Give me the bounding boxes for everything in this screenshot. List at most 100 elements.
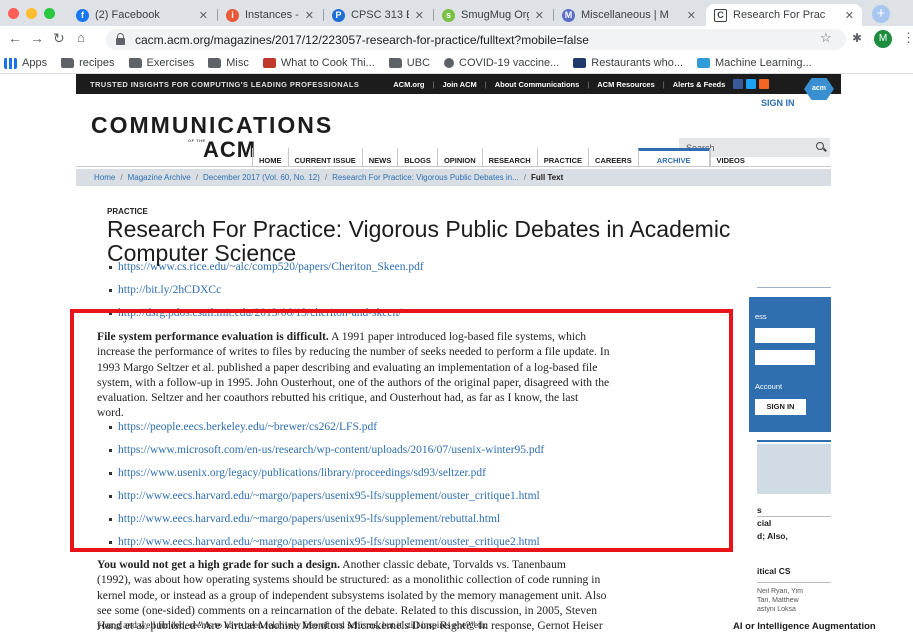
close-tab-icon[interactable]: ✕ xyxy=(199,9,208,22)
link-join-acm[interactable]: Join ACM xyxy=(442,80,476,89)
article-overlay-line: young and well funded, seems to have bee… xyxy=(97,621,488,631)
address-bar[interactable]: cacm.acm.org/magazines/2017/12/223057-re… xyxy=(106,29,846,50)
sidebar-authors: astyni Loksa xyxy=(757,606,796,613)
bookmark-what-to-cook[interactable]: What to Cook Thi... xyxy=(262,57,375,69)
breadcrumb-issue[interactable]: December 2017 (Vol. 60, No. 12) xyxy=(203,173,320,182)
close-window-button[interactable] xyxy=(8,8,19,19)
bookmark-misc[interactable]: Misc xyxy=(208,57,249,69)
nav-opinion[interactable]: OPINION xyxy=(436,148,482,167)
cacm-favicon-icon: C xyxy=(714,8,727,22)
close-tab-icon[interactable]: ✕ xyxy=(305,9,314,22)
site-favicon-icon xyxy=(573,58,587,68)
tab-smugmug[interactable]: s SmugMug Organiz ✕ xyxy=(434,4,552,26)
article-title: Research For Practice: Vigorous Public D… xyxy=(107,216,731,266)
profile-avatar[interactable]: M xyxy=(874,30,892,48)
username-input[interactable] xyxy=(755,328,815,343)
nav-videos[interactable]: VIDEOS xyxy=(709,148,751,167)
bookmark-recipes[interactable]: recipes xyxy=(61,57,115,69)
nav-blogs[interactable]: BLOGS xyxy=(397,148,437,167)
link-acm-resources[interactable]: ACM Resources xyxy=(597,80,655,89)
site-favicon-icon xyxy=(697,58,711,68)
reload-icon[interactable]: ↻ xyxy=(53,30,65,47)
tab-title: Research For Prac xyxy=(733,9,826,21)
nav-current-issue[interactable]: CURRENT ISSUE xyxy=(287,148,362,167)
rss-icon[interactable] xyxy=(759,79,770,89)
breadcrumb-home[interactable]: Home xyxy=(94,173,115,182)
link-alerts-feeds[interactable]: Alerts & Feeds xyxy=(673,80,726,89)
minimize-window-button[interactable] xyxy=(26,8,37,19)
breadcrumb-magazine-archive[interactable]: Magazine Archive xyxy=(128,173,191,182)
nav-home[interactable]: HOME xyxy=(252,148,288,167)
bookmark-restaurants[interactable]: Restaurants who... xyxy=(573,57,683,69)
reference-link[interactable]: http://bit.ly/2hCDXCc xyxy=(108,284,221,296)
tab-research-for-practice[interactable]: C Research For Prac ✕ xyxy=(706,4,862,26)
nav-practice[interactable]: PRACTICE xyxy=(536,148,588,167)
close-tab-icon[interactable]: ✕ xyxy=(687,9,696,22)
tab-cpsc-exams[interactable]: P CPSC 313 EXAMS ✕ xyxy=(324,4,432,26)
sidebar-snippet[interactable]: cial xyxy=(757,518,771,528)
highlight-annotation-box xyxy=(70,309,733,552)
sidebar-divider xyxy=(757,287,831,288)
new-tab-button[interactable]: + xyxy=(872,5,890,23)
sidebar-access-label: ess xyxy=(755,312,767,321)
nav-news[interactable]: NEWS xyxy=(361,148,398,167)
sidebar-article-link[interactable]: AI or Intelligence Augmentation xyxy=(733,621,876,632)
create-account-link[interactable]: Account xyxy=(755,382,782,391)
instances-icon: i xyxy=(226,8,239,22)
tab-facebook[interactable]: f (2) Facebook ✕ xyxy=(68,4,216,26)
forward-arrow-icon[interactable]: → xyxy=(30,30,44,46)
menu-kebab-icon[interactable]: ⋮ xyxy=(902,30,913,46)
masthead-acm[interactable]: ACM xyxy=(203,137,256,163)
bookmark-exercises[interactable]: Exercises xyxy=(128,57,194,69)
breadcrumb-article[interactable]: Research For Practice: Vigorous Public D… xyxy=(332,173,519,182)
apps-grid-icon xyxy=(4,57,17,69)
bookmark-ubc[interactable]: UBC xyxy=(388,57,430,69)
extensions-puzzle-icon[interactable]: ✱ xyxy=(852,31,862,45)
close-tab-icon[interactable]: ✕ xyxy=(535,9,544,22)
nav-archive[interactable]: ARCHIVE xyxy=(637,148,710,167)
close-tab-icon[interactable]: ✕ xyxy=(845,9,854,22)
nav-research[interactable]: RESEARCH xyxy=(481,148,537,167)
back-arrow-icon[interactable]: ← xyxy=(8,30,22,46)
tab-strip: f (2) Facebook ✕ i Instances - E3 - Cl ✕… xyxy=(0,0,913,26)
twitter-icon[interactable] xyxy=(746,79,757,89)
close-tab-icon[interactable]: ✕ xyxy=(415,9,424,22)
link-acm-org[interactable]: ACM.org xyxy=(393,80,424,89)
url-text: cacm.acm.org/magazines/2017/12/223057-re… xyxy=(135,32,589,47)
sidebar-snippet[interactable]: itical CS xyxy=(757,566,791,576)
bookmark-star-icon[interactable]: ☆ xyxy=(820,30,832,46)
tab-instances[interactable]: i Instances - E3 - Cl ✕ xyxy=(218,4,322,26)
sidebar-divider xyxy=(757,516,831,517)
sign-in-link[interactable]: SIGN IN xyxy=(761,98,795,108)
nav-careers[interactable]: CAREERS xyxy=(588,148,638,167)
facebook-icon: f xyxy=(76,8,89,22)
site-tagline: TRUSTED INSIGHTS FOR COMPUTING'S LEADING… xyxy=(90,79,360,89)
paragraph-lead: You would not get a high grade for such … xyxy=(97,558,340,571)
search-icon[interactable] xyxy=(816,142,824,150)
bookmark-machine-learning[interactable]: Machine Learning... xyxy=(697,57,812,69)
tab-miscellaneous[interactable]: M Miscellaneous | M ✕ xyxy=(554,4,704,26)
folder-icon xyxy=(61,58,75,68)
article-section-kicker[interactable]: PRACTICE xyxy=(107,207,148,216)
sidebar-divider xyxy=(757,582,831,583)
sidebar-divider xyxy=(757,440,831,442)
globe-icon xyxy=(444,58,455,68)
link-about-communications[interactable]: About Communications xyxy=(495,80,580,89)
bookmarks-bar: Apps recipes Exercises Misc What to Cook… xyxy=(0,53,913,74)
maximize-window-button[interactable] xyxy=(44,8,55,19)
folder-icon xyxy=(388,58,402,68)
home-icon[interactable]: ⌂ xyxy=(77,30,85,45)
bookmark-covid-vaccine[interactable]: COVID-19 vaccine... xyxy=(444,57,559,69)
folder-icon xyxy=(208,58,222,68)
sidebar-sign-in-button[interactable]: SIGN IN xyxy=(755,399,806,415)
masthead-communications[interactable]: COMMUNICATIONS xyxy=(91,112,333,139)
sidebar-authors: Tari, Matthew xyxy=(757,597,799,604)
sidebar-snippet[interactable]: d; Also, xyxy=(757,531,788,541)
browser-toolbar: ← → ↻ ⌂ cacm.acm.org/magazines/2017/12/2… xyxy=(0,26,913,53)
bookmark-apps[interactable]: Apps xyxy=(4,57,47,69)
password-input[interactable] xyxy=(755,350,815,365)
smugmug-icon: s xyxy=(442,8,455,22)
site-favicon-icon xyxy=(262,58,276,68)
facebook-icon[interactable] xyxy=(733,79,744,89)
sidebar-snippet[interactable]: s xyxy=(757,505,762,515)
